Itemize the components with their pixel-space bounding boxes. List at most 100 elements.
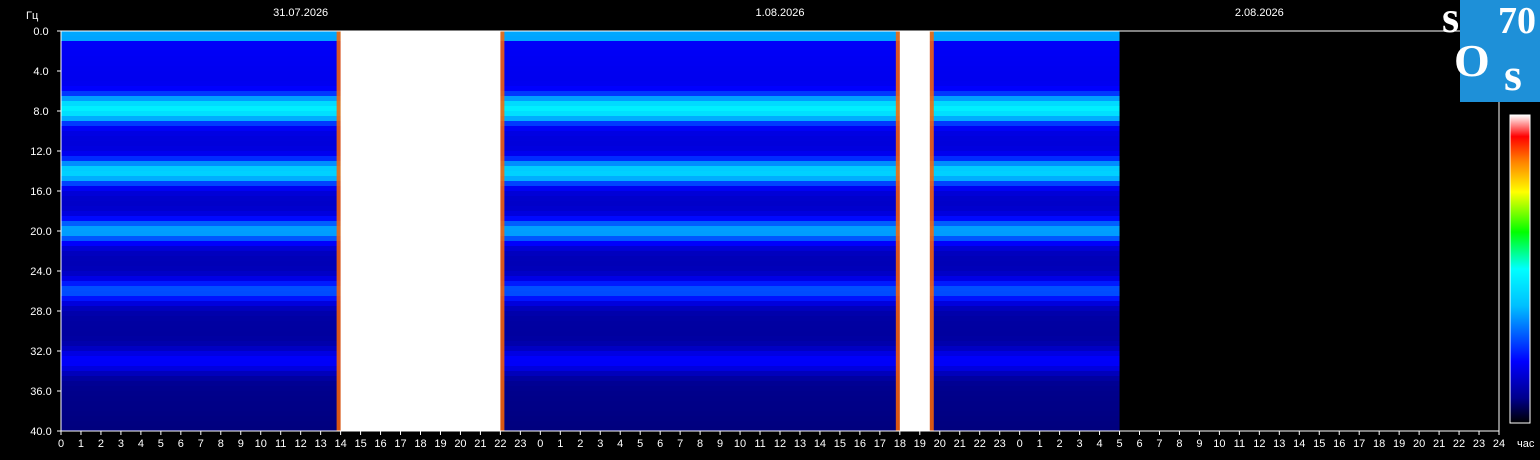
heatmap-area [61, 31, 1120, 432]
heatmap-row [61, 241, 1120, 247]
x-tick-label: 18 [414, 438, 426, 450]
heatmap-row [61, 141, 1120, 147]
logo-letter-o: O [1454, 35, 1490, 86]
x-tick-label: 23 [514, 438, 526, 450]
heatmap-row [61, 111, 1120, 117]
x-tick-label: 23 [994, 438, 1006, 450]
x-tick-label: 19 [914, 438, 926, 450]
heatmap-row [61, 86, 1120, 92]
y-tick-label: 12.0 [30, 146, 51, 158]
y-axis-label: Гц [26, 10, 39, 22]
y-tick-label: 4.0 [33, 66, 48, 78]
heatmap-row [61, 346, 1120, 352]
heatmap-row [61, 401, 1120, 407]
y-tick-label: 20.0 [30, 226, 51, 238]
x-tick-label: 16 [1333, 438, 1345, 450]
x-tick-label: 14 [1293, 438, 1305, 450]
heatmap-row [61, 356, 1120, 362]
x-tick-label: 7 [198, 438, 204, 450]
x-tick-label: 3 [597, 438, 603, 450]
x-tick-label: 21 [954, 438, 966, 450]
heatmap-row [61, 116, 1120, 122]
heatmap-row [61, 76, 1120, 82]
x-tick-label: 21 [1433, 438, 1445, 450]
x-tick-label: 23 [1473, 438, 1485, 450]
y-tick-label: 16.0 [30, 186, 51, 198]
x-tick-label: 10 [1213, 438, 1225, 450]
heatmap-row [61, 296, 1120, 302]
heatmap-row [61, 261, 1120, 267]
heatmap-row [61, 131, 1120, 137]
heatmap-row [61, 186, 1120, 192]
x-tick-label: 7 [677, 438, 683, 450]
heatmap-row [61, 206, 1120, 212]
x-tick-label: 16 [854, 438, 866, 450]
heatmap-row [61, 376, 1120, 382]
y-tick-label: 32.0 [30, 346, 51, 358]
x-tick-label: 14 [334, 438, 346, 450]
heatmap-row [61, 51, 1120, 57]
heatmap-row [61, 311, 1120, 317]
x-tick-label: 24 [1493, 438, 1505, 450]
heatmap-row [61, 301, 1120, 307]
x-axis-label: час [1517, 438, 1535, 450]
heatmap-row [61, 411, 1120, 417]
heatmap-row [61, 156, 1120, 162]
heatmap-row [61, 391, 1120, 397]
x-tick-label: 13 [315, 438, 327, 450]
heatmap-row [61, 246, 1120, 252]
heatmap-row [61, 106, 1120, 112]
heatmap-row [61, 146, 1120, 152]
x-tick-label: 22 [494, 438, 506, 450]
x-tick-label: 20 [1413, 438, 1425, 450]
heatmap-row [61, 176, 1120, 182]
heatmap-row [61, 321, 1120, 327]
saturated-interval [340, 31, 501, 431]
x-tick-label: 10 [255, 438, 267, 450]
x-tick-label: 9 [717, 438, 723, 450]
x-tick-label: 3 [1077, 438, 1083, 450]
x-tick-label: 18 [894, 438, 906, 450]
heatmap-row [61, 196, 1120, 202]
heatmap-row [61, 96, 1120, 102]
heatmap-row [61, 236, 1120, 242]
heatmap-row [61, 221, 1120, 227]
heatmap-row [61, 226, 1120, 232]
heatmap-row [61, 396, 1120, 402]
heatmap-row [61, 66, 1120, 72]
heatmap-row [61, 256, 1120, 262]
x-tick-label: 12 [295, 438, 307, 450]
x-tick-label: 12 [774, 438, 786, 450]
x-tick-label: 19 [1393, 438, 1405, 450]
x-tick-label: 6 [657, 438, 663, 450]
x-tick-label: 1 [557, 438, 563, 450]
x-tick-label: 0 [58, 438, 64, 450]
heatmap-row [61, 306, 1120, 312]
heatmap-row [61, 366, 1120, 372]
x-tick-label: 10 [734, 438, 746, 450]
x-tick-label: 15 [834, 438, 846, 450]
heatmap-row [61, 231, 1120, 237]
y-tick-label: 8.0 [33, 106, 48, 118]
heatmap-row [61, 406, 1120, 412]
heatmap-row [61, 416, 1120, 422]
x-tick-label: 4 [138, 438, 144, 450]
x-tick-label: 15 [354, 438, 366, 450]
date-label: 31.07.2026 [273, 7, 328, 19]
x-tick-label: 13 [794, 438, 806, 450]
x-tick-label: 4 [1096, 438, 1102, 450]
heatmap-row [61, 31, 1120, 37]
x-tick-label: 14 [814, 438, 826, 450]
heatmap-row [61, 121, 1120, 127]
x-tick-label: 20 [454, 438, 466, 450]
heatmap-row [61, 36, 1120, 42]
heatmap-row [61, 216, 1120, 222]
x-tick-label: 13 [1273, 438, 1285, 450]
x-tick-label: 0 [537, 438, 543, 450]
x-tick-label: 19 [434, 438, 446, 450]
x-tick-label: 5 [158, 438, 164, 450]
heatmap-row [61, 166, 1120, 172]
heatmap-row [61, 326, 1120, 332]
heatmap-row [61, 271, 1120, 277]
logo-number: 70 [1498, 0, 1536, 42]
